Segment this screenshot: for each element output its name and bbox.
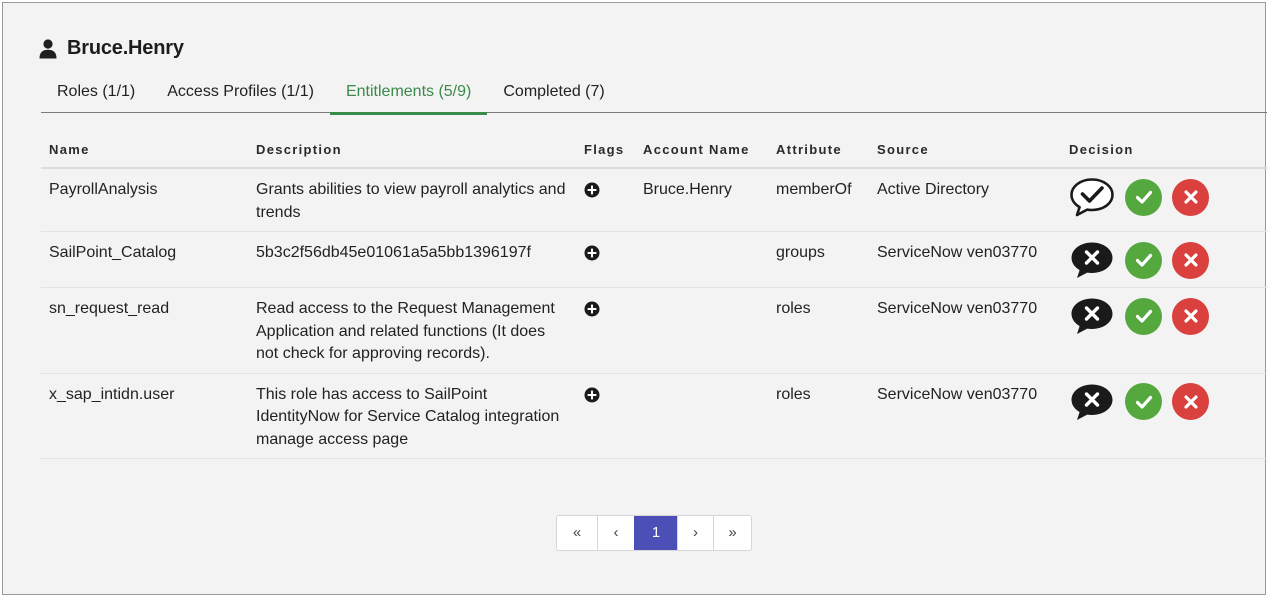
check-icon xyxy=(1135,253,1152,267)
cell-name: x_sap_intidn.user xyxy=(41,373,248,459)
cell-name: sn_request_read xyxy=(41,287,248,374)
table-row: sn_request_read Read access to the Reque… xyxy=(41,287,1267,374)
page-first-button[interactable]: « xyxy=(557,516,597,550)
cell-attribute: groups xyxy=(768,231,869,288)
cell-attribute: roles xyxy=(768,373,869,459)
page-prev-button[interactable]: ‹ xyxy=(597,516,634,550)
entitlements-table: Name Description Flags Account Name Attr… xyxy=(41,133,1267,459)
plus-circle-icon[interactable] xyxy=(584,387,600,403)
column-header-account-name[interactable]: Account Name xyxy=(635,133,768,169)
cell-source: ServiceNow ven03770 xyxy=(869,373,1061,459)
decision-controls xyxy=(1069,382,1259,422)
cell-attribute: roles xyxy=(768,287,869,374)
comment-x-filled-icon[interactable] xyxy=(1069,296,1115,336)
approve-button[interactable] xyxy=(1125,297,1162,335)
cell-description: Read access to the Request Management Ap… xyxy=(248,287,576,374)
user-icon xyxy=(39,38,57,58)
table-header-row: Name Description Flags Account Name Attr… xyxy=(41,133,1267,169)
tab-access-profiles[interactable]: Access Profiles (1/1) xyxy=(151,73,330,113)
reject-button[interactable] xyxy=(1172,297,1209,335)
cell-name: PayrollAnalysis xyxy=(41,168,248,232)
cell-description: 5b3c2f56db45e01061a5a5bb1396197f xyxy=(248,231,576,288)
close-icon xyxy=(1183,190,1198,204)
cell-flags xyxy=(576,168,635,232)
tab-completed[interactable]: Completed (7) xyxy=(487,73,620,113)
plus-circle-icon[interactable] xyxy=(584,182,600,198)
table-row: PayrollAnalysis Grants abilities to view… xyxy=(41,168,1267,232)
column-header-description[interactable]: Description xyxy=(248,133,576,169)
cell-decision xyxy=(1061,168,1267,232)
cell-source: ServiceNow ven03770 xyxy=(869,287,1061,374)
close-icon xyxy=(1183,309,1198,323)
cell-decision xyxy=(1061,373,1267,459)
table-row: SailPoint_Catalog 5b3c2f56db45e01061a5a5… xyxy=(41,231,1267,288)
cell-account-name xyxy=(635,287,768,374)
user-name: Bruce.Henry xyxy=(67,37,184,59)
close-icon xyxy=(1183,394,1198,409)
plus-circle-icon[interactable] xyxy=(584,245,600,261)
tab-bar: Roles (1/1) Access Profiles (1/1) Entitl… xyxy=(41,73,1267,115)
close-icon xyxy=(1183,253,1198,267)
cell-decision xyxy=(1061,287,1267,374)
page-header: Bruce.Henry xyxy=(39,37,184,60)
cell-name: SailPoint_Catalog xyxy=(41,231,248,288)
cell-description: Grants abilities to view payroll analyti… xyxy=(248,168,576,232)
column-header-name[interactable]: Name xyxy=(41,133,248,169)
column-header-decision: Decision xyxy=(1061,133,1267,169)
decision-controls xyxy=(1069,240,1259,280)
reject-button[interactable] xyxy=(1172,241,1209,279)
approve-button[interactable] xyxy=(1125,241,1162,279)
cell-source: ServiceNow ven03770 xyxy=(869,231,1061,288)
check-icon xyxy=(1135,190,1152,204)
cell-attribute: memberOf xyxy=(768,168,869,232)
page-1-button[interactable]: 1 xyxy=(634,516,677,550)
approve-button[interactable] xyxy=(1125,178,1162,216)
comment-x-filled-icon[interactable] xyxy=(1069,240,1115,280)
check-icon xyxy=(1135,309,1152,323)
cell-description: This role has access to SailPoint Identi… xyxy=(248,373,576,459)
approve-button[interactable] xyxy=(1125,383,1162,420)
comment-check-outline-icon[interactable] xyxy=(1069,177,1115,217)
cell-decision xyxy=(1061,231,1267,288)
reject-button[interactable] xyxy=(1172,178,1209,216)
plus-circle-icon[interactable] xyxy=(584,301,600,317)
reject-button[interactable] xyxy=(1172,383,1209,420)
tab-entitlements[interactable]: Entitlements (5/9) xyxy=(329,73,488,115)
check-icon xyxy=(1135,395,1152,409)
page-next-button[interactable]: › xyxy=(677,516,713,550)
comment-x-filled-icon[interactable] xyxy=(1069,382,1115,422)
decision-controls xyxy=(1069,296,1259,336)
cell-account-name xyxy=(635,373,768,459)
identity-review-panel: Bruce.Henry Roles (1/1) Access Profiles … xyxy=(2,2,1267,595)
column-header-flags[interactable]: Flags xyxy=(576,133,635,169)
page-last-button[interactable]: » xyxy=(713,516,751,550)
cell-flags xyxy=(576,231,635,288)
cell-account-name: Bruce.Henry xyxy=(635,168,768,232)
tab-roles[interactable]: Roles (1/1) xyxy=(41,73,151,113)
column-header-source[interactable]: Source xyxy=(869,133,1061,169)
cell-account-name xyxy=(635,231,768,288)
cell-flags xyxy=(576,373,635,459)
decision-controls xyxy=(1069,177,1259,217)
column-header-attribute[interactable]: Attribute xyxy=(768,133,869,169)
cell-flags xyxy=(576,287,635,374)
table-row: x_sap_intidn.user This role has access t… xyxy=(41,373,1267,459)
cell-source: Active Directory xyxy=(869,168,1061,232)
pagination: « ‹ 1 › » xyxy=(556,515,752,551)
